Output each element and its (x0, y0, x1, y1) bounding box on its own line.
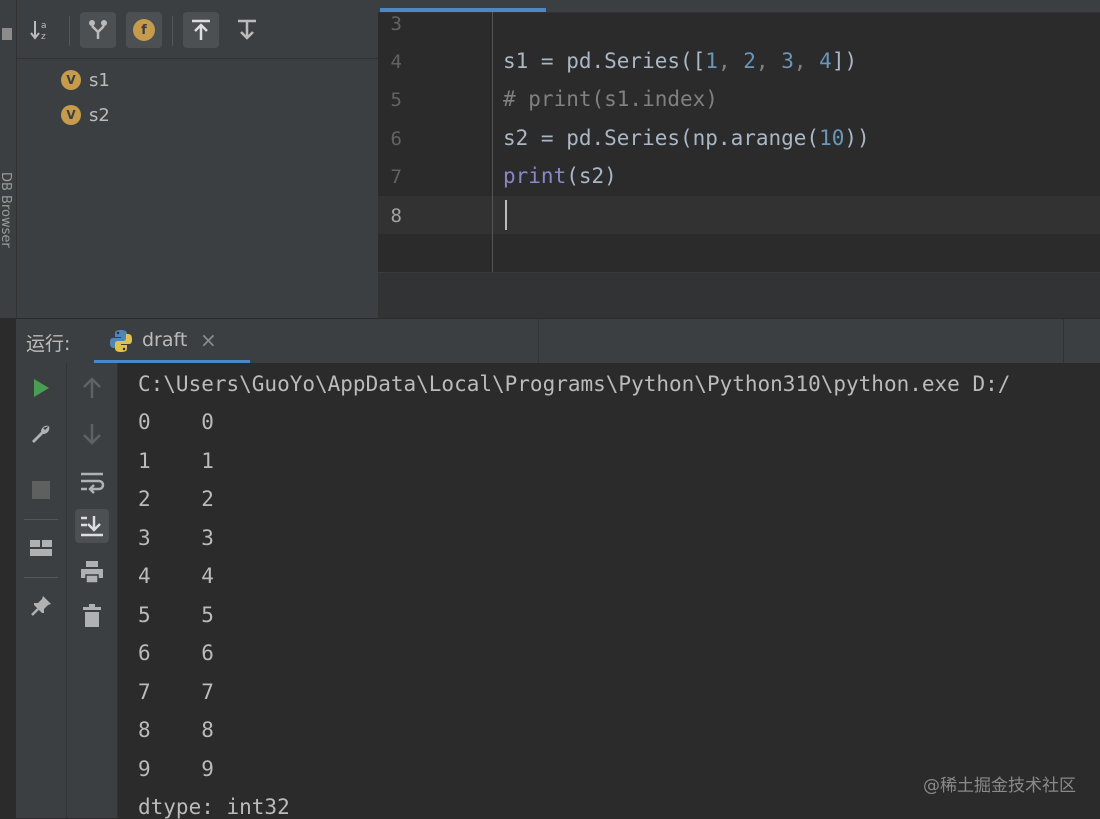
printer-icon (81, 561, 103, 584)
scroll-up-button[interactable] (75, 371, 109, 405)
restore-layout-button[interactable] (24, 531, 58, 565)
structure-item-s1[interactable]: V s1 (61, 66, 110, 94)
run-tool-header: 运行: draft × (16, 318, 1100, 364)
console-line: 8 8 (138, 718, 214, 742)
console-line: 7 7 (138, 680, 214, 704)
scroll-to-end-button[interactable] (75, 509, 109, 543)
current-line-highlight (378, 196, 1100, 234)
code-line-6: s2 = pd.Series(np.arange(10)) (503, 126, 870, 150)
line-number: 7 (390, 166, 402, 188)
line-number: 6 (390, 128, 402, 150)
soft-wrap-icon (81, 472, 105, 494)
arrow-down-icon (83, 424, 101, 445)
collapse-down-icon (238, 19, 256, 40)
line-number: 8 (390, 205, 402, 227)
console-line: 2 2 (138, 487, 214, 511)
soft-wrap-button[interactable] (75, 465, 109, 499)
arrow-up-icon (83, 377, 101, 398)
text-caret (505, 200, 507, 230)
console-line: dtype: int32 (138, 795, 290, 819)
structure-toolbar: a z f (17, 10, 378, 59)
console-line: 4 4 (138, 564, 214, 588)
code-line-5: # print(s1.index) (503, 87, 718, 111)
indent-guide (492, 12, 493, 272)
structure-item-s2[interactable]: V s2 (61, 101, 110, 129)
scroll-to-end-icon (81, 516, 103, 537)
variable-icon: V (61, 70, 81, 90)
console-line: 9 9 (138, 757, 214, 781)
expand-up-icon (192, 19, 210, 40)
console-line: 0 0 (138, 410, 214, 434)
close-tab-icon[interactable]: × (200, 328, 217, 352)
stop-icon (32, 481, 50, 499)
print-button[interactable] (75, 555, 109, 589)
scroll-down-button[interactable] (75, 417, 109, 451)
run-console-output[interactable]: C:\Users\GuoYo\AppData\Local\Programs\Py… (118, 363, 1100, 819)
run-label: 运行: (26, 333, 71, 355)
console-line: 6 6 (138, 641, 214, 665)
editor-tab-bar (378, 0, 1100, 13)
collapse-all-button[interactable] (229, 12, 265, 48)
db-browser-tab[interactable]: DB Browser (0, 172, 13, 248)
rerun-button[interactable] (24, 371, 58, 405)
play-icon (34, 379, 49, 397)
show-fields-button[interactable]: f (126, 12, 162, 48)
strip-icon-top[interactable] (2, 28, 12, 40)
active-tab-indicator (380, 8, 546, 12)
run-tab-draft[interactable]: draft × (94, 319, 250, 363)
pin-icon (31, 596, 51, 616)
trash-icon (83, 604, 101, 627)
console-line: 1 1 (138, 449, 214, 473)
console-line: C:\Users\GuoYo\AppData\Local\Programs\Py… (138, 372, 1011, 396)
svg-text:z: z (41, 32, 46, 42)
variable-icon: V (61, 105, 81, 125)
left-tool-strip: DB Browser (0, 0, 17, 318)
run-toolbar-primary (16, 363, 67, 818)
variable-name: s2 (89, 104, 110, 126)
run-toolbar-secondary (67, 363, 118, 818)
console-line: 3 3 (138, 526, 214, 550)
layout-icon (30, 540, 52, 556)
field-f-icon: f (133, 19, 155, 41)
line-number: 5 (390, 89, 402, 111)
editor-bottom-area (378, 272, 1100, 319)
line-number: 3 (390, 13, 402, 35)
python-icon (110, 330, 132, 352)
run-tab-label: draft (142, 329, 188, 351)
pin-tab-button[interactable] (24, 589, 58, 623)
code-editor[interactable]: 3 4 5 6 7 8 s1 = pd.Series([1, 2, 3, 4])… (378, 0, 1100, 319)
sort-alpha-button[interactable]: a z (23, 12, 59, 48)
wrench-icon (32, 425, 50, 443)
hierarchy-icon (89, 20, 107, 39)
show-inherited-button[interactable] (80, 12, 116, 48)
console-line: 5 5 (138, 603, 214, 627)
sort-alpha-icon: a z (30, 21, 47, 42)
structure-panel: a z f V s1 V s2 (17, 0, 378, 318)
svg-text:a: a (41, 21, 47, 31)
variable-name: s1 (89, 69, 110, 91)
code-line-7: print(s2) (503, 164, 617, 188)
stop-button[interactable] (24, 473, 58, 507)
watermark: @稀土掘金技术社区 (923, 776, 1076, 796)
edit-configuration-button[interactable] (24, 417, 58, 451)
clear-all-button[interactable] (75, 599, 109, 633)
code-line-4: s1 = pd.Series([1, 2, 3, 4]) (503, 49, 858, 73)
expand-all-button[interactable] (183, 12, 219, 48)
line-number: 4 (390, 51, 402, 73)
